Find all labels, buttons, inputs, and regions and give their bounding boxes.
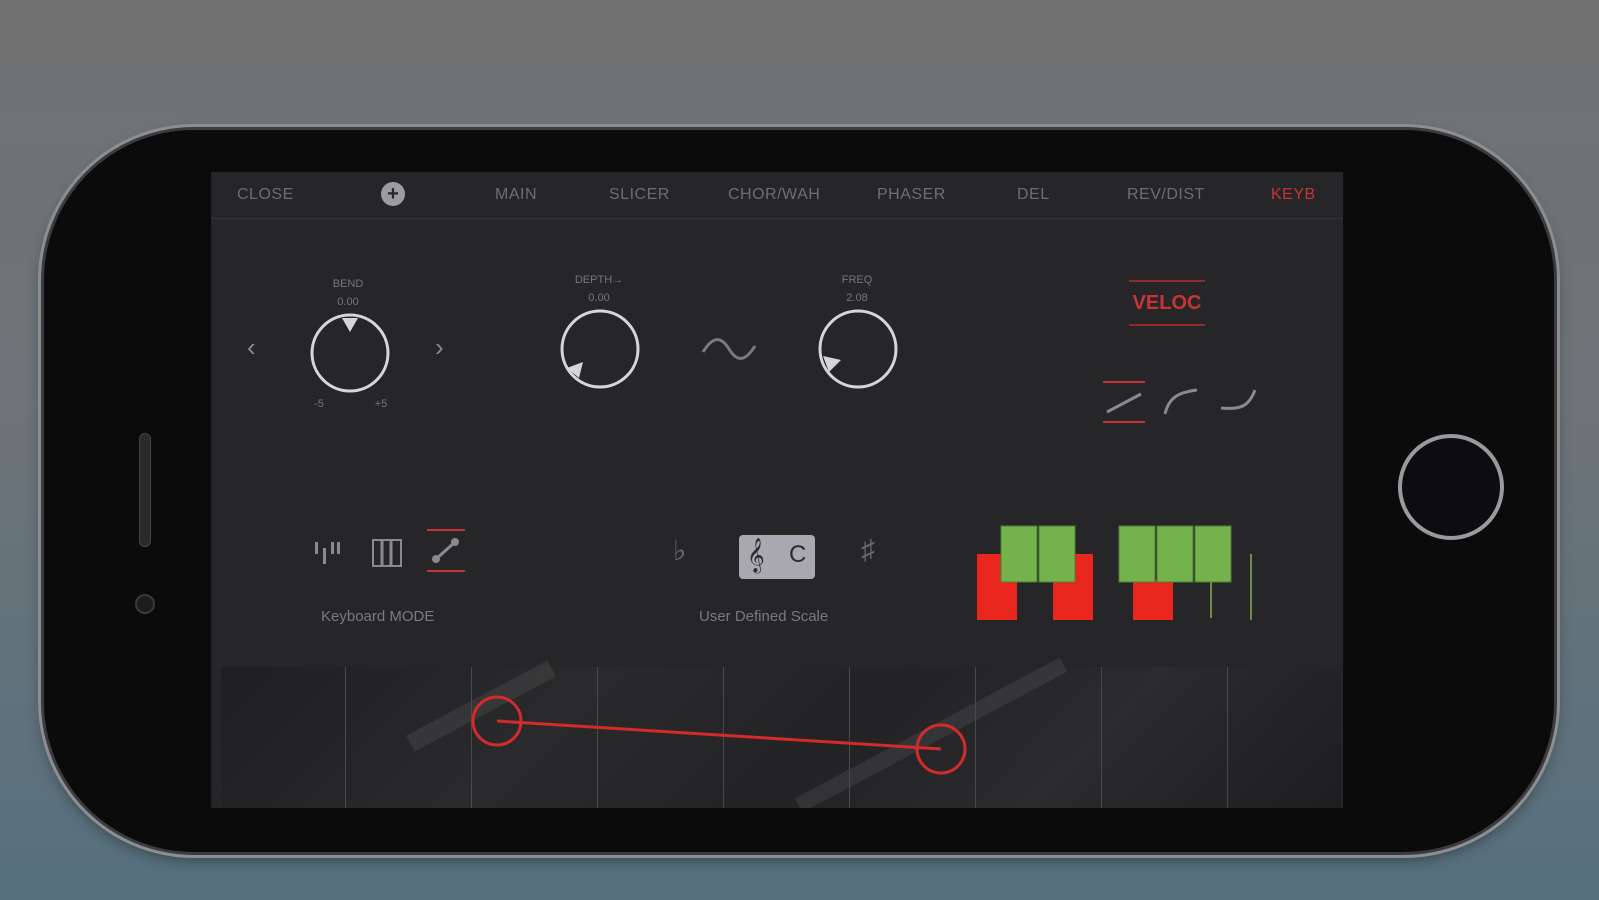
glide-mode-icon[interactable] <box>425 528 467 574</box>
depth-value: 0.00 <box>588 292 610 304</box>
front-camera <box>135 594 155 614</box>
piano-mode-icon[interactable] <box>371 536 403 570</box>
freq-label: FREQ <box>841 274 873 286</box>
top-nav: CLOSE + MAIN SLICER CHOR/WAH PHASER DEL … <box>211 172 1343 219</box>
note-c-sharp[interactable] <box>1000 525 1038 583</box>
depth-label: DEPTH→ <box>574 274 624 286</box>
bend-label: BEND <box>332 278 364 290</box>
sharp-button[interactable]: ♯ <box>861 534 875 566</box>
scale-note-grid[interactable] <box>975 522 1265 634</box>
velocity-label: VELOC <box>1132 292 1202 314</box>
glide-path[interactable] <box>221 667 1341 808</box>
velocity-bottom-line <box>1129 324 1205 326</box>
split-mode-icon[interactable] <box>311 538 345 568</box>
bend-min: -5 <box>314 398 324 410</box>
speaker-grille <box>139 433 151 547</box>
exp-curve-icon[interactable] <box>1217 382 1259 422</box>
close-button[interactable]: CLOSE <box>237 186 294 204</box>
velocity-toggle[interactable]: VELOC <box>1129 280 1205 326</box>
bend-max: +5 <box>374 398 388 410</box>
sine-wave-icon[interactable] <box>701 332 757 366</box>
note-a-sharp[interactable] <box>1194 525 1232 583</box>
tab-main[interactable]: MAIN <box>495 186 537 204</box>
bend-value: 0.00 <box>337 296 359 308</box>
add-button[interactable]: + <box>381 182 405 206</box>
scale-key-button[interactable]: 𝄞 C <box>739 535 815 579</box>
tab-chor-wah[interactable]: CHOR/WAH <box>728 186 820 204</box>
freq-knob[interactable] <box>815 306 901 392</box>
phone-frame: CLOSE + MAIN SLICER CHOR/WAH PHASER DEL … <box>44 130 1554 852</box>
tab-del[interactable]: DEL <box>1017 186 1050 204</box>
log-curve-icon[interactable] <box>1161 382 1201 422</box>
note-g[interactable] <box>1133 580 1173 620</box>
tab-rev-dist[interactable]: REV/DIST <box>1127 186 1205 204</box>
treble-clef-icon: 𝄞 <box>747 539 765 572</box>
keyboard-mode-label: Keyboard MODE <box>321 608 435 625</box>
scale-label: User Defined Scale <box>699 608 829 625</box>
freq-value: 2.08 <box>846 292 868 304</box>
glide-keyboard[interactable] <box>221 657 1341 808</box>
note-f-sharp[interactable] <box>1118 525 1156 583</box>
tab-phaser[interactable]: PHASER <box>877 186 946 204</box>
linear-curve-icon[interactable] <box>1099 380 1149 426</box>
tab-keyb[interactable]: KEYB <box>1271 186 1316 204</box>
note-g-sharp[interactable] <box>1156 525 1194 583</box>
bend-next-arrow[interactable]: › <box>435 332 444 363</box>
tab-slicer[interactable]: SLICER <box>609 186 670 204</box>
app-screen: CLOSE + MAIN SLICER CHOR/WAH PHASER DEL … <box>211 172 1343 808</box>
bend-prev-arrow[interactable]: ‹ <box>247 332 256 363</box>
home-button[interactable] <box>1398 434 1504 540</box>
velocity-top-line <box>1129 280 1205 282</box>
bend-knob[interactable] <box>307 310 393 396</box>
scale-key: C <box>789 541 807 568</box>
flat-button[interactable]: ♭ <box>673 534 686 567</box>
note-d-sharp[interactable] <box>1038 525 1076 583</box>
depth-knob[interactable] <box>557 306 643 392</box>
